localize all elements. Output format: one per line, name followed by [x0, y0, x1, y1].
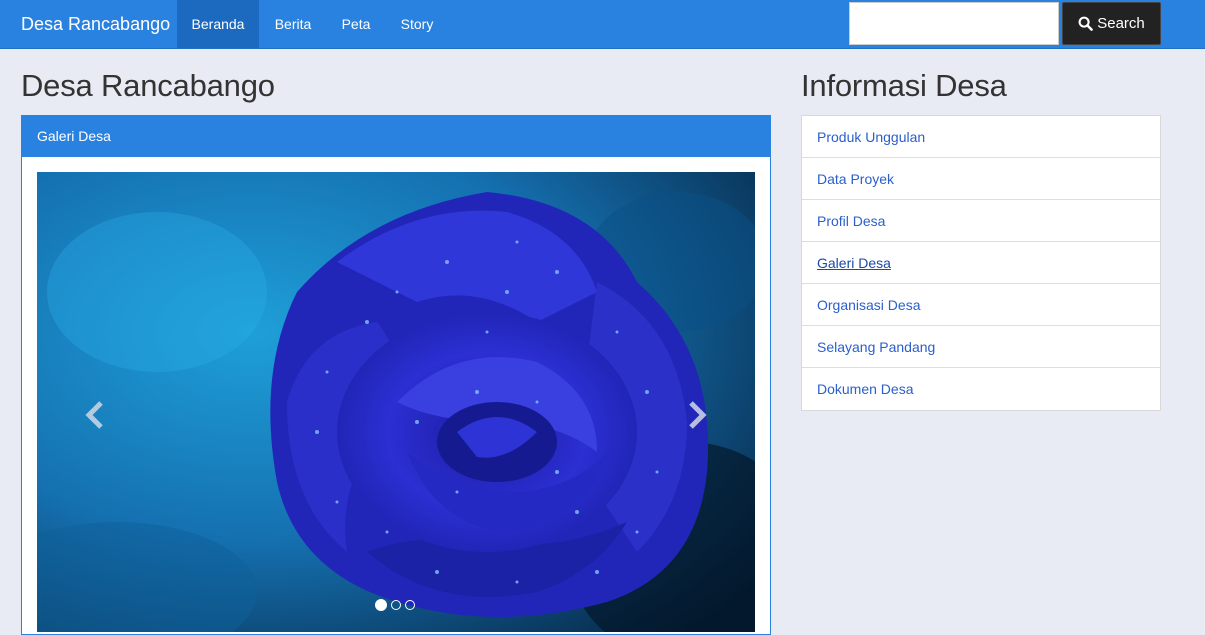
carousel-indicator-2[interactable]: [391, 600, 401, 610]
link-profil-desa[interactable]: Profil Desa: [802, 200, 1160, 242]
carousel-image: [37, 172, 755, 632]
sidebar-title: Informasi Desa: [801, 68, 1007, 103]
link-produk-unggulan[interactable]: Produk Unggulan: [802, 116, 1160, 158]
link-galeri-desa[interactable]: Galeri Desa: [802, 242, 1160, 284]
info-link-list: Produk Unggulan Data Proyek Profil Desa …: [801, 115, 1161, 411]
carousel-indicator-3[interactable]: [405, 600, 415, 610]
search-button[interactable]: Search: [1062, 2, 1161, 45]
image-carousel[interactable]: [37, 172, 755, 632]
gallery-panel: Galeri Desa: [21, 115, 771, 635]
link-data-proyek[interactable]: Data Proyek: [802, 158, 1160, 200]
nav-item-beranda[interactable]: Beranda: [177, 0, 259, 48]
page-title: Desa Rancabango: [21, 68, 275, 103]
carousel-prev-icon[interactable]: [81, 397, 111, 433]
link-selayang-pandang[interactable]: Selayang Pandang: [802, 326, 1160, 368]
brand-link[interactable]: Desa Rancabango: [21, 0, 170, 48]
top-navbar: Desa Rancabango Beranda Berita Peta Stor…: [0, 0, 1205, 49]
carousel-indicator-1[interactable]: [375, 599, 387, 611]
link-organisasi-desa[interactable]: Organisasi Desa: [802, 284, 1160, 326]
link-dokumen-desa[interactable]: Dokumen Desa: [802, 368, 1160, 410]
nav-item-berita[interactable]: Berita: [259, 0, 327, 48]
panel-title: Galeri Desa: [22, 116, 770, 157]
carousel-next-icon[interactable]: [681, 397, 711, 433]
search-input[interactable]: [849, 2, 1059, 45]
nav-item-story[interactable]: Story: [385, 0, 449, 48]
search-icon: [1078, 16, 1094, 31]
search-button-label: Search: [1097, 15, 1145, 32]
nav-item-peta[interactable]: Peta: [327, 0, 385, 48]
carousel-indicators: [375, 599, 415, 611]
